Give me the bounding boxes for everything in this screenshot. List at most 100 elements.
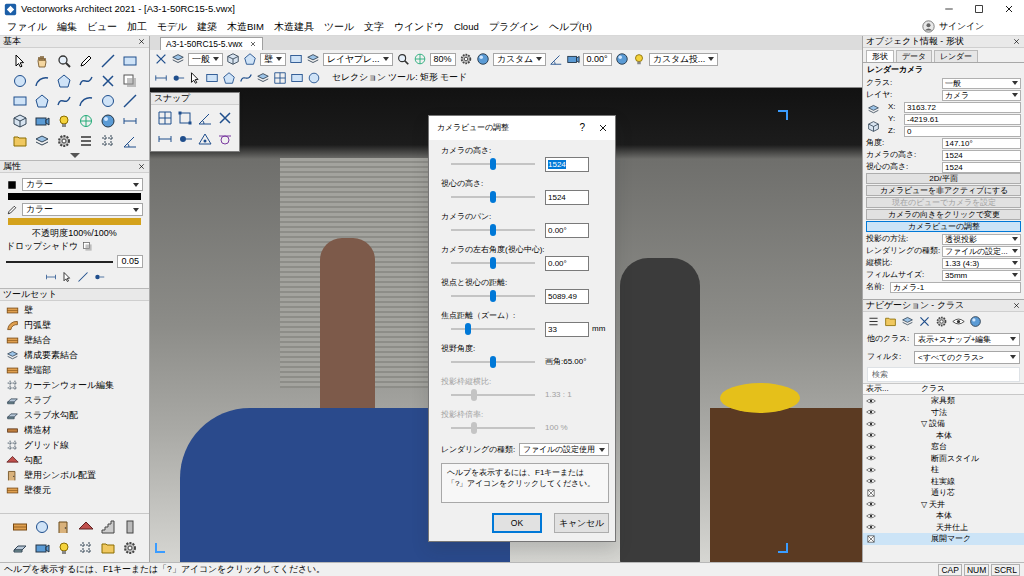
toolset-item[interactable]: 壁復元 [0, 483, 149, 498]
other-classes-select[interactable]: 表示+スナップ+編集 [914, 333, 1020, 346]
eye-icon[interactable] [866, 511, 876, 521]
slider-track[interactable] [451, 156, 535, 172]
tool-button[interactable] [34, 73, 50, 89]
flyover-icon[interactable] [413, 52, 427, 66]
menu-item[interactable]: モデル [152, 19, 192, 35]
layers-icon[interactable] [901, 315, 914, 328]
slider-thumb[interactable] [490, 191, 496, 203]
value-field[interactable]: 1524 [545, 190, 589, 205]
sign-in-button[interactable]: サインイン [922, 20, 984, 33]
render-icon[interactable] [969, 315, 982, 328]
menu-item[interactable]: ヘルプ(H) [544, 19, 597, 35]
fill-style-select[interactable]: カラー [22, 178, 143, 191]
help-button[interactable]: ? [579, 122, 585, 134]
class-row[interactable]: 天井仕上 [863, 522, 1024, 534]
line-icon[interactable] [77, 271, 89, 283]
tab[interactable]: 形状 [866, 50, 894, 62]
pen-icon[interactable] [6, 204, 18, 216]
toolset-tab[interactable] [34, 519, 50, 535]
snapobj-icon[interactable] [171, 71, 185, 85]
class-row[interactable]: 通り芯 [863, 487, 1024, 499]
class-row[interactable]: 本体 [863, 430, 1024, 442]
class-row[interactable]: 展開マーク [863, 533, 1024, 545]
slider-thumb[interactable] [490, 356, 496, 368]
tool-button[interactable] [56, 113, 72, 129]
eye-icon[interactable] [866, 499, 876, 509]
render-type-select[interactable]: ファイルの設定使用 [519, 443, 609, 456]
class-row[interactable]: ▽天井 [863, 499, 1024, 511]
option-select[interactable]: 35mm [942, 270, 1021, 281]
snapcross-icon[interactable] [154, 52, 168, 66]
toolset-tab[interactable] [78, 519, 94, 535]
shadow-label[interactable]: ドロップシャドウ [6, 241, 78, 252]
light-icon[interactable] [632, 52, 646, 66]
toolset-item[interactable]: スラブ水勾配 [0, 408, 149, 423]
toolset-item[interactable]: 勾配 [0, 453, 149, 468]
polygon-icon[interactable] [243, 52, 257, 66]
toolset-item[interactable]: 構成要素結合 [0, 348, 149, 363]
close-icon[interactable] [597, 122, 609, 134]
toolset-item[interactable]: グリッド線 [0, 438, 149, 453]
square-icon[interactable] [6, 179, 18, 191]
curve-icon[interactable] [239, 71, 253, 85]
tool-button[interactable] [12, 73, 28, 89]
search-field[interactable] [867, 367, 1020, 382]
snap-button[interactable] [197, 131, 213, 147]
snap-button[interactable] [157, 110, 173, 126]
class-row[interactable]: 柱 [863, 464, 1024, 476]
snapdist-icon[interactable] [45, 271, 57, 283]
eye-icon[interactable] [866, 453, 876, 463]
line-thickness[interactable]: 0.05 [117, 255, 143, 268]
tool-button[interactable] [100, 93, 116, 109]
ok-button[interactable]: OK [492, 513, 542, 533]
snapcross-icon[interactable] [918, 315, 931, 328]
close-icon[interactable] [249, 40, 257, 48]
property-value[interactable]: 147.10° [942, 138, 1021, 149]
menu-item[interactable]: 編集 [52, 19, 82, 35]
menu-item[interactable]: ツール [319, 19, 359, 35]
value-field[interactable]: 1524 [545, 157, 589, 172]
expand-arrow[interactable] [0, 151, 149, 160]
eye-icon[interactable] [866, 419, 876, 429]
slider-track[interactable] [451, 255, 535, 271]
close-icon[interactable] [1012, 301, 1021, 310]
snapdist-icon[interactable] [154, 71, 168, 85]
value-field[interactable]: 0.00° [545, 223, 589, 238]
toolset-item[interactable]: 壁用シンボル配置 [0, 468, 149, 483]
value-field[interactable]: 0.00° [545, 256, 589, 271]
column-heading[interactable]: クラス [921, 384, 1024, 394]
tool-button[interactable] [56, 53, 72, 69]
layers-icon[interactable] [306, 52, 320, 66]
rect-icon[interactable] [205, 71, 219, 85]
cube-icon[interactable] [226, 52, 240, 66]
class-row[interactable]: 寸法 [863, 407, 1024, 419]
toolset-tab[interactable] [12, 540, 28, 556]
filter-select[interactable]: <すべてのクラス> [914, 351, 1020, 364]
column-heading[interactable]: 表示... [863, 384, 921, 394]
tool-button[interactable] [34, 93, 50, 109]
coordinate-value[interactable]: -4219.61 [904, 114, 1021, 125]
eye-icon[interactable] [866, 465, 876, 475]
eye-icon[interactable] [866, 430, 876, 440]
circle-icon[interactable] [307, 71, 321, 85]
tool-button[interactable] [122, 133, 138, 149]
snapgrid-icon[interactable] [273, 71, 287, 85]
layers-icon[interactable] [256, 71, 270, 85]
gear-icon[interactable] [935, 315, 948, 328]
tool-button[interactable] [122, 93, 138, 109]
menu-item[interactable]: 建築 [192, 19, 222, 35]
menu-item[interactable]: ファイル [2, 19, 52, 35]
option-select[interactable]: 1.33 (4:3) [942, 258, 1021, 269]
toolset-item[interactable]: スラブ [0, 393, 149, 408]
eye-icon[interactable] [866, 396, 876, 406]
class-row[interactable]: 本体 [863, 510, 1024, 522]
menu-item[interactable]: ビュー [82, 19, 122, 35]
tool-button[interactable] [78, 133, 94, 149]
tool-button[interactable] [122, 113, 138, 129]
tool-button[interactable] [100, 113, 116, 129]
camera-icon[interactable] [566, 52, 580, 66]
tab[interactable]: レンダー [934, 50, 978, 62]
tab[interactable]: データ [896, 50, 932, 62]
close-icon[interactable] [1012, 37, 1021, 46]
snap-button[interactable] [197, 110, 213, 126]
